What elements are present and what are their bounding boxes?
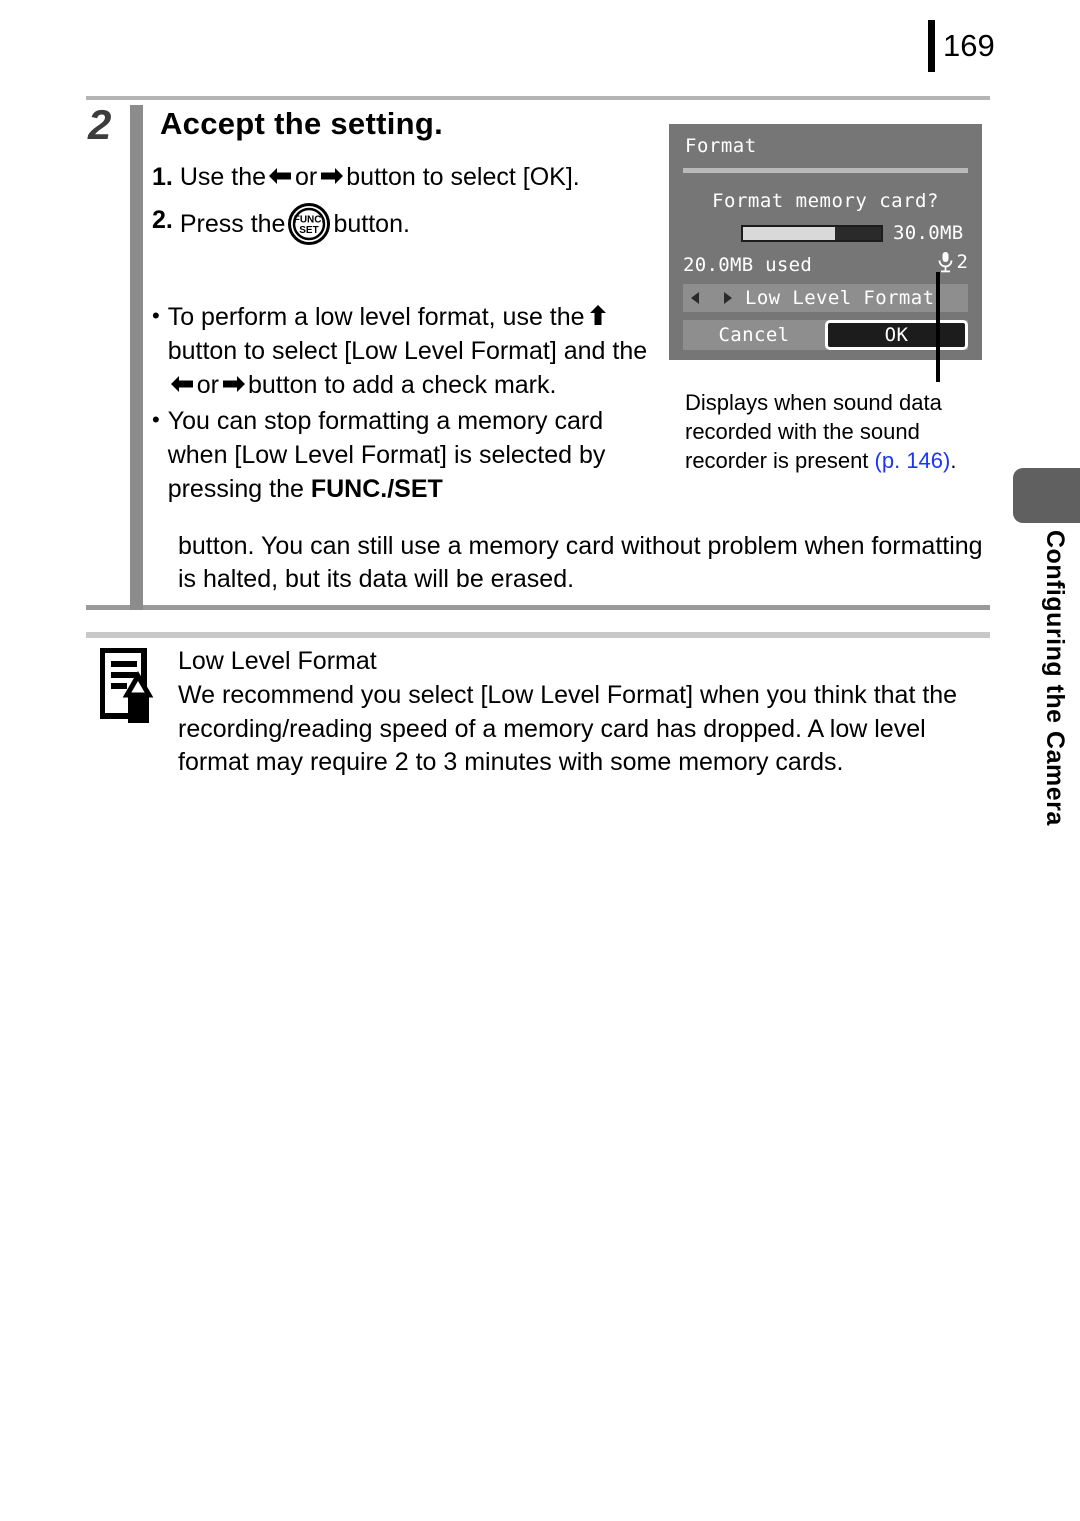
- lcd-title-divider: [683, 168, 968, 173]
- arrow-right-icon: [320, 166, 344, 186]
- note-divider: [86, 632, 990, 638]
- lcd-title: Format: [685, 135, 757, 157]
- bullet-2-bold-term: FUNC./SET: [310, 475, 443, 503]
- page-reference-link[interactable]: (p. 146): [875, 448, 951, 473]
- chapter-tab-label: Configuring the Camera: [1041, 530, 1069, 826]
- bullet-dot-icon: •: [152, 303, 160, 328]
- bullet-list: • To perform a low level format, use the…: [152, 300, 662, 508]
- arrow-right-icon: [222, 374, 245, 394]
- lcd-caption-line-1: Displays when sound data: [685, 390, 942, 415]
- lcd-caption: Displays when sound data recorded with t…: [685, 388, 995, 475]
- bullet-item-1-body: To perform a low level format, use the bu…: [168, 300, 662, 402]
- step-number: 2: [88, 101, 112, 148]
- lcd-button-row: Cancel OK: [683, 320, 968, 350]
- substep-1-text-after: button to select [OK].: [346, 163, 580, 191]
- bullet-continuation: button. You can still use a memory card …: [178, 532, 983, 593]
- bullet-1-seg4: button to add a check mark.: [247, 371, 557, 399]
- substep-1-text-before: Use the: [179, 163, 267, 191]
- chevron-left-icon[interactable]: [691, 292, 700, 304]
- arrow-up-icon: [588, 305, 608, 326]
- note-block: Low Level Format We recommend you select…: [178, 645, 998, 779]
- page-number-rule: [928, 20, 935, 72]
- bullet-item-2: • You can stop formatting a memory card …: [152, 404, 662, 506]
- bullet-dot-icon: •: [152, 407, 160, 432]
- section-divider: [86, 605, 990, 610]
- microphone-icon: [937, 251, 954, 273]
- memory-usage-bar: [741, 225, 883, 242]
- svg-text:FUNC.: FUNC.: [294, 214, 325, 225]
- substep-2-text-after: button.: [333, 209, 410, 238]
- memory-capacity-label: 30.0MB: [893, 222, 964, 244]
- substep-list: 1. Use the or button to select [OK]. 2. Pr…: [152, 160, 652, 252]
- chapter-tab-marker: [1013, 468, 1080, 523]
- memory-usage-bar-fill: [743, 227, 836, 240]
- bullet-1-seg2: button to select [Low Level Format] and …: [167, 337, 648, 365]
- ok-button[interactable]: OK: [825, 320, 968, 350]
- svg-text:SET: SET: [300, 225, 319, 236]
- substep-2-text-before: Press the: [179, 209, 286, 238]
- substep-2: 2. Press the FUNC. SET button.: [152, 202, 652, 245]
- bullet-1-seg3: or: [196, 371, 219, 399]
- page-number: 169: [928, 18, 995, 74]
- lcd-caption-period: .: [950, 448, 957, 474]
- substep-1-number: 1.: [152, 163, 173, 191]
- cancel-button[interactable]: Cancel: [683, 324, 825, 346]
- low-level-format-label: Low Level Format: [745, 287, 935, 309]
- note-title: Low Level Format: [178, 647, 377, 675]
- step-accent-bar: [130, 105, 143, 610]
- low-level-format-row[interactable]: Low Level Format: [683, 284, 968, 312]
- document-pencil-icon: [100, 648, 162, 726]
- page-number-text: 169: [943, 28, 995, 63]
- lcd-caption-line-2: recorded with the sound: [685, 419, 920, 445]
- arrow-left-icon: [269, 166, 292, 186]
- substep-1-body: Use the or button to select [OK].: [180, 160, 652, 196]
- substep-1: 1. Use the or button to select [OK].: [152, 160, 652, 196]
- arrow-left-icon: [170, 374, 194, 394]
- substep-2-body: Press the FUNC. SET button.: [179, 202, 652, 245]
- substep-1-text-middle: or: [295, 163, 318, 191]
- note-text: We recommend you select [Low Level Forma…: [178, 681, 958, 776]
- sound-data-indicator: 2: [937, 251, 968, 273]
- step-heading: Accept the setting.: [160, 106, 444, 141]
- chevron-right-icon[interactable]: [724, 292, 733, 304]
- bullet-item-1: • To perform a low level format, use the…: [152, 300, 662, 402]
- memory-used-label: 20.0MB used: [683, 254, 813, 276]
- bullet-item-2-body: You can stop formatting a memory card wh…: [168, 404, 662, 506]
- top-divider: [86, 96, 990, 100]
- sound-data-count: 2: [956, 251, 968, 273]
- bullet-1-seg1: To perform a low level format, use the: [167, 303, 585, 331]
- callout-leader-line: [936, 272, 940, 382]
- func-set-button-icon: FUNC. SET: [288, 202, 331, 245]
- substep-2-number: 2.: [152, 205, 173, 234]
- lcd-caption-line-3: recorder is present: [685, 448, 875, 474]
- lcd-question-text: Format memory card?: [712, 190, 939, 212]
